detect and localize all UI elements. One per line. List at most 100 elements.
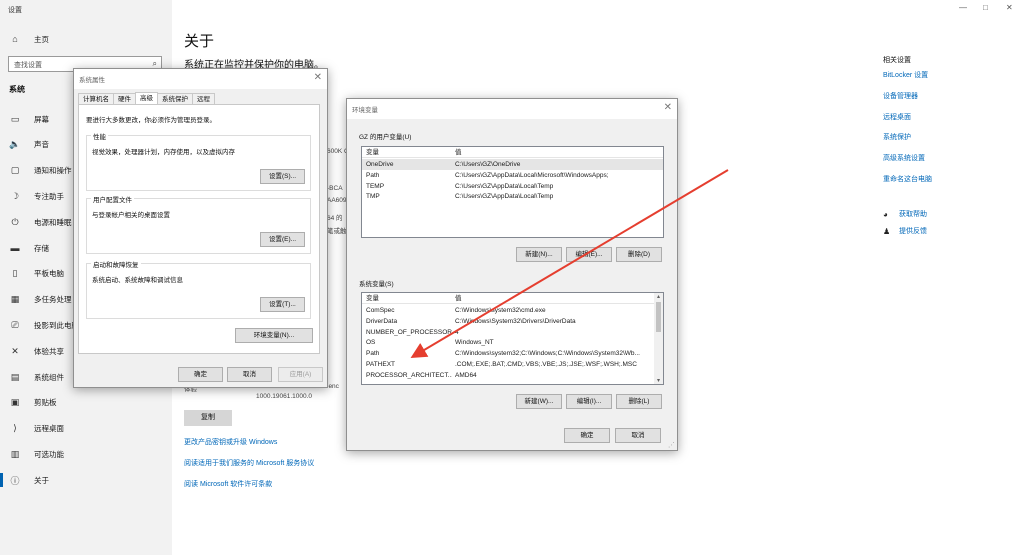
sidebar-item-label: 剪贴板 <box>34 398 57 408</box>
list-header: 变量值 <box>362 293 663 304</box>
sidebar-item-label: 专注助手 <box>34 191 64 201</box>
share-icon: ✕ <box>11 345 19 356</box>
license-terms-link[interactable]: 阅读 Microsoft 软件许可条款 <box>184 479 272 489</box>
variable-name: TMP <box>366 193 380 201</box>
change-product-key-link[interactable]: 更改产品密钥或升级 Windows <box>184 437 277 447</box>
user-new-button[interactable]: 新建(N)... <box>516 247 562 262</box>
user-edit-button[interactable]: 编辑(E)... <box>566 247 612 262</box>
resize-grip-icon[interactable]: ⋰ <box>668 441 675 449</box>
vertical-scrollbar[interactable]: ▴ ▾ <box>654 293 663 384</box>
maximize-icon[interactable]: □ <box>983 3 988 12</box>
dialog-title: 环境变量 <box>352 107 378 114</box>
sidebar-item-label: 系统组件 <box>34 372 64 382</box>
dialog-title: 系统属性 <box>79 77 105 84</box>
user-delete-button[interactable]: 删除(D) <box>616 247 662 262</box>
table-row[interactable]: Path C:\Windows\system32;C:\Windows;C:\Wi… <box>362 348 654 359</box>
device-id-fragment: -BCA <box>327 185 343 192</box>
table-row[interactable]: DriverData C:\Windows\System32\Drivers\Dr… <box>362 316 654 327</box>
sidebar-item-14[interactable]: ⓘ 关于 <box>0 469 172 491</box>
close-icon[interactable]: ✕ <box>1006 3 1013 12</box>
moon-icon: ☽ <box>10 190 20 201</box>
variable-value: C:\Users\GZ\AppData\Local\Temp <box>455 182 554 190</box>
group-settings-button[interactable]: 设置(E)... <box>260 232 305 247</box>
table-row[interactable]: TMP C:\Users\GZ\AppData\Local\Temp <box>362 191 663 202</box>
ok-button[interactable]: 确定 <box>564 428 610 443</box>
sidebar-item-label: 多任务处理 <box>34 295 72 305</box>
variable-name: OneDrive <box>366 161 394 168</box>
remote-desktop-link[interactable]: 远程桌面 <box>883 112 911 122</box>
column-header-value[interactable]: 值 <box>455 293 659 304</box>
rename-pc-link[interactable]: 重命名这台电脑 <box>883 174 932 184</box>
help-chat-icon: ◕ <box>883 209 888 219</box>
ok-button[interactable]: 确定 <box>178 367 223 382</box>
sidebar-item-13[interactable]: ▥ 可选功能 <box>0 443 172 465</box>
bitlocker-link[interactable]: BitLocker 设置 <box>883 70 928 80</box>
system-protection-link[interactable]: 系统保护 <box>883 132 911 142</box>
optional-features-icon: ▥ <box>10 448 20 459</box>
copy-button[interactable]: 复制 <box>184 410 232 426</box>
system-new-button[interactable]: 新建(W)... <box>516 394 562 409</box>
group-settings-button[interactable]: 设置(T)... <box>260 297 305 312</box>
environment-variables-dialog: 环境变量 ✕ ⋰ GZ 的用户变量(U) 变量值 OneDrive C:\Users\… <box>346 98 678 451</box>
group-title: 启动和故障恢复 <box>91 259 141 269</box>
table-row[interactable]: NUMBER_OF_PROCESSORS 4 <box>362 327 654 338</box>
project-icon: ⎚ <box>11 319 19 330</box>
sidebar-item-label: 存储 <box>34 243 49 253</box>
notification-icon: ▢ <box>10 165 20 176</box>
scroll-thumb[interactable] <box>656 302 661 332</box>
group-settings-button[interactable]: 设置(S)... <box>260 169 305 184</box>
variable-name: Path <box>366 171 380 179</box>
service-agreement-link[interactable]: 阅读适用于我们服务的 Microsoft 服务协议 <box>184 458 314 468</box>
home-icon: ⌂ <box>12 34 18 44</box>
system-variables-list[interactable]: 变量值 ComSpec C:\Windows\system32\cmd.exe Dri… <box>361 292 664 385</box>
experience-suffix: ienc <box>327 383 339 390</box>
table-row[interactable]: OneDrive C:\Users\GZ\OneDrive <box>362 159 663 170</box>
column-header-value[interactable]: 值 <box>455 147 659 158</box>
variable-value: C:\Windows\system32\cmd.exe <box>455 307 546 314</box>
table-row[interactable]: TEMP C:\Users\GZ\AppData\Local\Temp <box>362 181 663 192</box>
group-title: 性能 <box>91 131 108 141</box>
product-id-fragment: AA609 <box>327 197 347 204</box>
user-variables-list[interactable]: 变量值 OneDrive C:\Users\GZ\OneDrive Path C:\Us… <box>361 146 664 238</box>
sidebar-item-label: 关于 <box>34 475 49 485</box>
table-row[interactable]: Path C:\Users\GZ\AppData\Local\Microsoft\… <box>362 170 663 181</box>
sidebar-item-home[interactable]: ⌂ 主页 <box>0 28 172 50</box>
variable-name: OS <box>366 339 376 347</box>
advanced-system-settings-link[interactable]: 高级系统设置 <box>883 153 925 163</box>
column-header-variable[interactable]: 变量 <box>366 147 452 158</box>
table-row[interactable]: PATHEXT .COM;.EXE;.BAT;.CMD;.VBS;.VBE;.JS… <box>362 359 654 370</box>
table-row[interactable]: OS Windows_NT <box>362 337 654 348</box>
system-edit-button[interactable]: 编辑(I)... <box>566 394 612 409</box>
remote-icon: ⟩ <box>13 423 17 434</box>
settings-group-0: 性能 视觉效果，处理器计划，内存使用，以及虚拟内存 设置(S)... <box>86 131 311 191</box>
scroll-up-icon[interactable]: ▴ <box>654 293 663 300</box>
variable-name: ComSpec <box>366 307 395 314</box>
admin-note: 要进行大多数更改，你必须作为管理员登录。 <box>86 117 216 124</box>
settings-group-2: 启动和故障恢复 系统启动、系统故障和调试信息 设置(T)... <box>86 259 311 319</box>
close-icon[interactable]: ✕ <box>664 102 672 113</box>
system-section-title: 系统变量(S) <box>359 281 394 288</box>
sidebar-item-11[interactable]: ▣ 剪贴板 <box>0 392 172 414</box>
system-delete-button[interactable]: 删除(L) <box>616 394 662 409</box>
give-feedback-link[interactable]: ♟ 提供反馈 <box>883 226 927 236</box>
variable-value: C:\Users\GZ\AppData\Local\Temp <box>455 193 554 201</box>
device-manager-link[interactable]: 设备管理器 <box>883 91 918 101</box>
cancel-button[interactable]: 取消 <box>227 367 272 382</box>
sidebar-item-12[interactable]: ⟩ 远程桌面 <box>0 418 172 440</box>
search-placeholder: 查找设置 <box>14 62 42 69</box>
sidebar-item-label: 远程桌面 <box>34 424 64 434</box>
cancel-button[interactable]: 取消 <box>615 428 661 443</box>
power-icon: ⏻ <box>11 216 19 227</box>
variable-name: NUMBER_OF_PROCESSORS <box>366 328 452 336</box>
environment-variables-button[interactable]: 环境变量(N)... <box>235 328 313 343</box>
scroll-down-icon[interactable]: ▾ <box>654 377 663 384</box>
close-icon[interactable]: ✕ <box>314 72 322 83</box>
column-header-variable[interactable]: 变量 <box>366 293 452 304</box>
minimize-icon[interactable]: — <box>959 3 967 12</box>
table-row[interactable]: ComSpec C:\Windows\system32\cmd.exe <box>362 305 654 316</box>
table-row[interactable]: PROCESSOR_ARCHITECT... AMD64 <box>362 370 654 381</box>
apply-button[interactable]: 应用(A) <box>278 367 323 382</box>
group-description: 与登录帐户相关的桌面设置 <box>92 212 170 219</box>
get-help-link[interactable]: ◕ 获取帮助 <box>883 209 927 219</box>
group-title: 用户配置文件 <box>91 194 134 204</box>
